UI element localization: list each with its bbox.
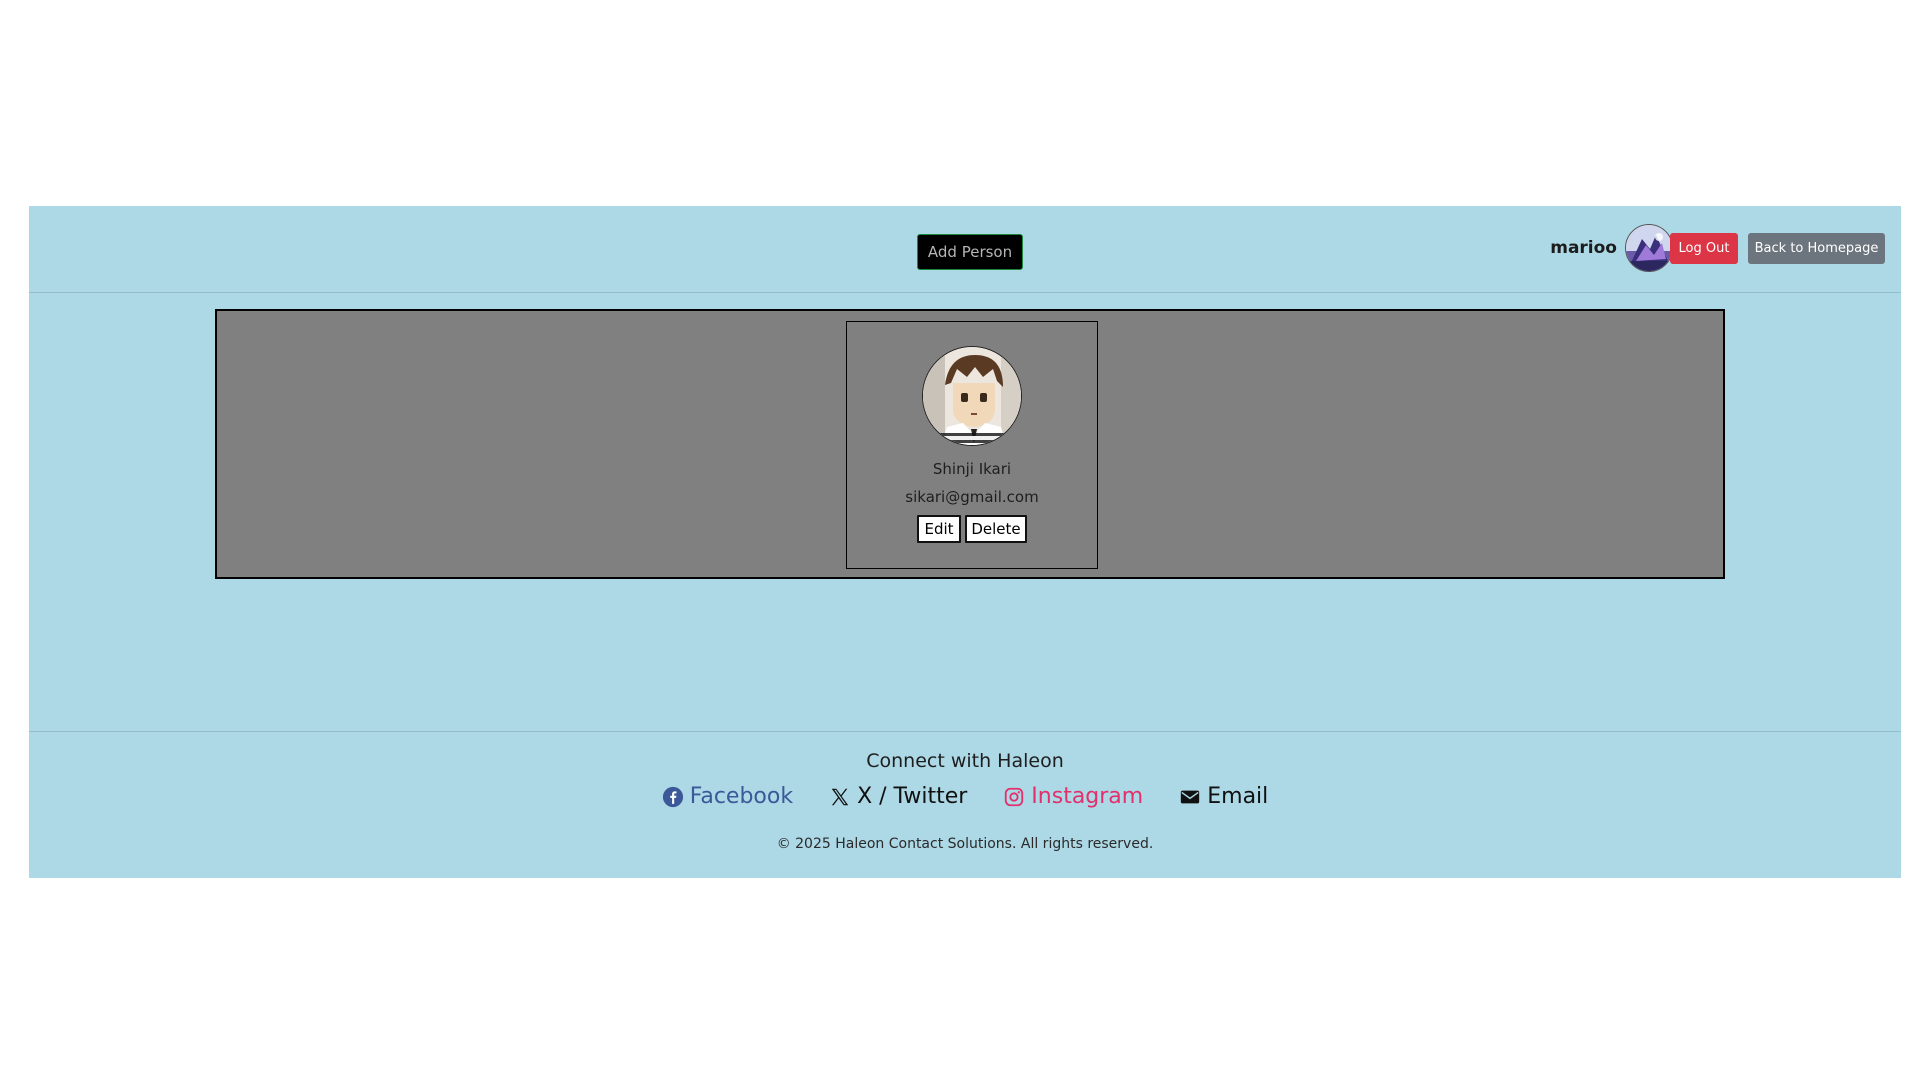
facebook-link[interactable]: Facebook [662, 784, 793, 809]
facebook-icon [662, 786, 683, 807]
instagram-label: Instagram [1031, 784, 1144, 809]
email-link[interactable]: Email [1179, 784, 1268, 809]
x-twitter-icon [831, 788, 849, 805]
instagram-link[interactable]: Instagram [1003, 784, 1143, 809]
x-twitter-link[interactable]: X / Twitter [829, 784, 967, 809]
social-links: Facebook X / Twitter Instagram Email [29, 784, 1901, 809]
back-to-homepage-button[interactable]: Back to Homepage [1748, 233, 1885, 264]
avatar-image [1626, 225, 1672, 271]
page-frame: Add Person marioo Log Out Back to Homepa… [29, 206, 1901, 878]
contacts-panel: Shinji Ikari sikari@gmail.com Edit Delet… [215, 309, 1725, 579]
x-twitter-label: X / Twitter [857, 784, 968, 809]
contact-avatar [922, 346, 1022, 446]
avatar-image [923, 347, 1021, 445]
footer-title: Connect with Haleon [866, 750, 1064, 772]
contact-card: Shinji Ikari sikari@gmail.com Edit Delet… [846, 321, 1098, 569]
edit-button[interactable]: Edit [917, 515, 961, 543]
username-label: marioo [1550, 238, 1617, 258]
log-out-button[interactable]: Log Out [1670, 233, 1738, 264]
copyright-text: © 2025 Haleon Contact Solutions. All rig… [776, 836, 1154, 852]
user-avatar[interactable] [1625, 224, 1673, 272]
add-person-button[interactable]: Add Person [917, 234, 1023, 270]
facebook-label: Facebook [689, 784, 794, 809]
footer: Connect with Haleon Facebook X / Twitter [29, 731, 1901, 879]
instagram-icon [1005, 787, 1024, 806]
contact-email: sikari@gmail.com [905, 488, 1039, 506]
delete-button[interactable]: Delete [965, 515, 1027, 543]
contact-name: Shinji Ikari [932, 460, 1012, 478]
header-bar: Add Person marioo Log Out Back to Homepa… [29, 206, 1901, 293]
email-label: Email [1207, 784, 1269, 809]
envelope-icon [1181, 790, 1200, 803]
